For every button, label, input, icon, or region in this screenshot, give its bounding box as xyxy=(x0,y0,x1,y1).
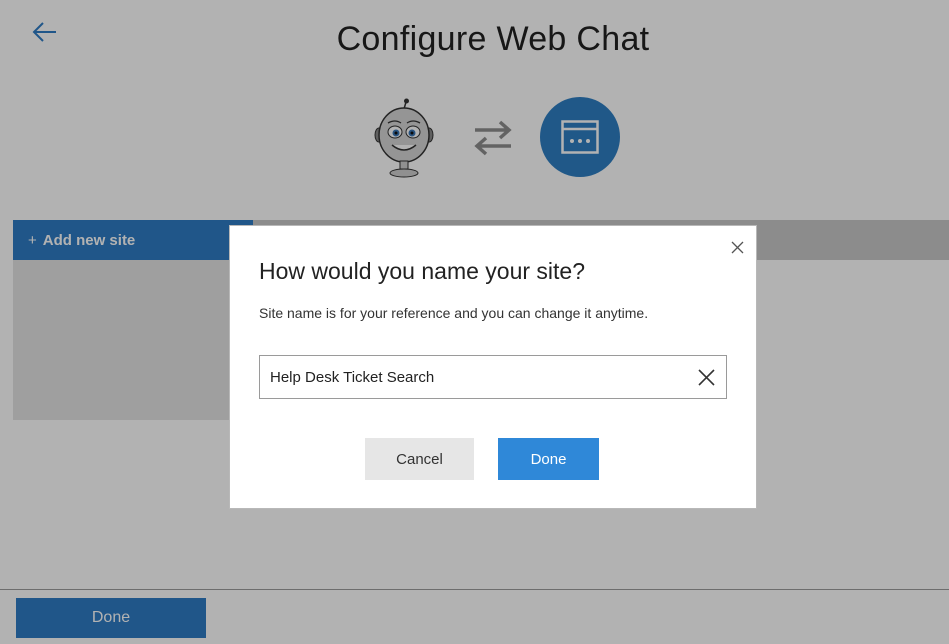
close-icon xyxy=(731,241,743,253)
clear-input-button[interactable] xyxy=(696,367,716,387)
dialog-title: How would you name your site? xyxy=(259,258,585,284)
dialog-close-button[interactable] xyxy=(728,238,746,256)
cancel-button[interactable]: Cancel xyxy=(365,438,474,480)
done-button[interactable]: Done xyxy=(498,438,599,480)
clear-icon xyxy=(697,368,715,386)
dialog-description: Site name is for your reference and you … xyxy=(259,305,649,321)
site-name-field xyxy=(259,355,727,399)
site-name-input[interactable] xyxy=(260,356,680,398)
name-site-dialog: How would you name your site? Site name … xyxy=(229,225,757,509)
